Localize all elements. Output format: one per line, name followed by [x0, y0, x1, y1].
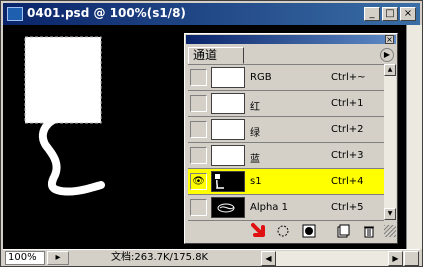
close-button[interactable]: × — [400, 7, 416, 21]
trash-icon[interactable] — [362, 224, 376, 238]
channel-name: s1 — [250, 176, 262, 187]
palette-button-bar — [188, 221, 396, 241]
scroll-right-button[interactable]: ▶ — [388, 251, 403, 266]
channel-row-alpha1[interactable]: Alpha 1 Ctrl+5 — [188, 195, 384, 221]
document-size: 文档:263.7K/175.8K — [111, 252, 209, 263]
minimize-button[interactable]: _ — [364, 7, 380, 21]
status-menu-button[interactable]: ▸ — [47, 251, 69, 265]
channel-name: 绿 — [250, 128, 260, 139]
channel-name: 蓝 — [250, 154, 260, 165]
channel-shortcut: Ctrl+3 — [331, 150, 364, 161]
channel-shortcut: Ctrl+2 — [331, 124, 364, 135]
channel-shortcut: Ctrl+1 — [331, 98, 364, 109]
channel-thumbnail — [211, 145, 245, 166]
title-bar[interactable]: 0401.psd @ 100%(s1/8) _ □ × — [3, 3, 420, 25]
vertical-scrollbar[interactable] — [406, 25, 422, 249]
zoom-field[interactable]: 100% — [5, 251, 45, 265]
visibility-toggle[interactable] — [190, 69, 207, 86]
visibility-toggle[interactable] — [190, 147, 207, 164]
document-window: 0401.psd @ 100%(s1/8) _ □ × 100% ▸ 文档:26… — [0, 0, 423, 267]
channel-shortcut: Ctrl+5 — [331, 202, 364, 213]
channel-row-green[interactable]: 绿 Ctrl+2 — [188, 117, 384, 143]
s1-thumbnail-art — [215, 174, 224, 189]
photoshop-doc-icon — [7, 7, 23, 21]
selection-square — [24, 36, 102, 124]
channel-thumbnail — [211, 171, 245, 192]
brush-stroke — [38, 115, 105, 196]
indicator-arrow-icon — [251, 223, 265, 237]
channel-shortcut: Ctrl+~ — [331, 72, 366, 83]
channel-row-s1[interactable]: 👁 s1 Ctrl+4 — [188, 169, 384, 195]
channel-name: RGB — [250, 72, 272, 83]
visibility-toggle[interactable] — [190, 199, 207, 216]
tab-channels[interactable]: 通道 — [188, 47, 244, 64]
palette-scroll-down-button[interactable]: ▼ — [384, 208, 396, 220]
new-channel-icon[interactable] — [336, 224, 350, 238]
status-bar: 100% ▸ 文档:263.7K/175.8K ◀ ▶ — [3, 249, 420, 266]
eye-icon[interactable]: 👁 — [190, 173, 207, 190]
horizontal-scrollbar[interactable]: ◀ ▶ — [261, 251, 419, 266]
channel-row-rgb[interactable]: RGB Ctrl+~ — [188, 65, 384, 91]
visibility-toggle[interactable] — [190, 121, 207, 138]
channel-list: RGB Ctrl+~ 红 Ctrl+1 绿 Ctrl+2 蓝 Ctrl+3 👁 … — [188, 64, 384, 221]
resize-grip[interactable] — [404, 251, 419, 266]
palette-title-bar[interactable]: × — [186, 35, 396, 44]
palette-close-button[interactable]: × — [385, 35, 394, 44]
alpha-thumbnail-art — [217, 203, 235, 213]
visibility-toggle[interactable] — [190, 95, 207, 112]
channel-row-blue[interactable]: 蓝 Ctrl+3 — [188, 143, 384, 169]
channel-name: 红 — [250, 102, 260, 113]
palette-menu-button[interactable]: ▶ — [380, 48, 394, 62]
channel-thumbnail — [211, 93, 245, 114]
window-title: 0401.psd @ 100%(s1/8) — [27, 6, 186, 20]
palette-scroll-up-button[interactable]: ▲ — [384, 64, 396, 76]
channel-shortcut: Ctrl+4 — [331, 176, 364, 187]
channel-name: Alpha 1 — [250, 202, 288, 213]
load-selection-icon[interactable] — [276, 224, 290, 238]
channel-thumbnail — [211, 67, 245, 88]
scroll-left-button[interactable]: ◀ — [261, 251, 276, 266]
maximize-button[interactable]: □ — [382, 7, 398, 21]
channel-thumbnail — [211, 119, 245, 140]
palette-scrollbar[interactable]: ▲ ▼ — [384, 64, 396, 220]
channel-thumbnail — [211, 197, 245, 218]
save-selection-icon[interactable] — [302, 224, 316, 238]
channel-row-red[interactable]: 红 Ctrl+1 — [188, 91, 384, 117]
palette-resize-grip[interactable] — [384, 225, 396, 237]
channels-palette: × 通道 ▶ RGB Ctrl+~ 红 Ctrl+1 绿 Ctrl+2 蓝 Ct… — [184, 33, 398, 244]
